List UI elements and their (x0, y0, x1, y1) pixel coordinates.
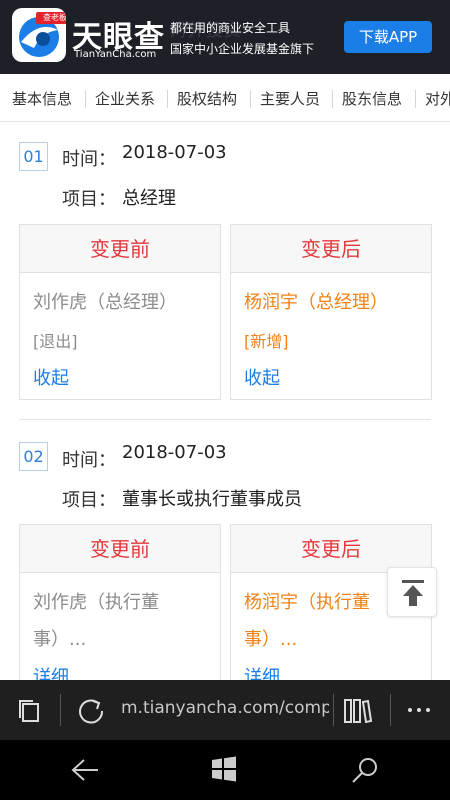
system-navigation-bar (0, 740, 450, 800)
tab-divider (415, 90, 416, 108)
before-change-header: 变更前 (20, 225, 220, 273)
new-tag: [新增] (244, 332, 289, 351)
toolbar-divider (333, 694, 334, 726)
record-item: 总经理 (122, 188, 176, 209)
tab-divider (332, 90, 333, 108)
toolbar-divider (390, 694, 391, 726)
brand-domain: TianYanCha.com (74, 49, 157, 60)
tab-equity-structure[interactable]: 股权结构 (177, 88, 237, 109)
record-divider (19, 419, 431, 420)
section-tab-bar: 基本信息 企业关系 股权结构 主要人员 股东信息 对外 (0, 74, 450, 122)
before-change-card: 变更前 刘作虎（总经理） [退出] 收起 (19, 224, 221, 400)
tab-company-relations[interactable]: 企业关系 (95, 88, 155, 109)
item-label: 项目： (62, 189, 116, 210)
before-person-cont: 事）... (33, 629, 87, 650)
search-icon[interactable] (350, 755, 380, 785)
record-number: 02 (19, 442, 48, 471)
toolbar-divider (60, 694, 61, 726)
back-to-top-icon (402, 580, 424, 606)
banner-slogan-1: 都在用的商业安全工具 (170, 21, 291, 35)
tab-key-personnel[interactable]: 主要人员 (260, 88, 320, 109)
reading-view-icon[interactable] (343, 697, 373, 725)
tab-divider (250, 90, 251, 108)
record-time: 2018-07-03 (122, 442, 227, 463)
time-label: 时间： (62, 450, 116, 471)
after-person-cont: 事）... (244, 629, 298, 650)
tab-shareholders[interactable]: 股东信息 (342, 88, 402, 109)
tab-basic-info[interactable]: 基本信息 (12, 88, 72, 109)
after-person: 杨润宇（总经理） (244, 292, 388, 313)
before-change-card: 变更前 刘作虎（执行董 事）... 详细 (19, 524, 221, 700)
item-label: 项目： (62, 490, 116, 511)
url-display[interactable]: m.tianyancha.com/company (121, 698, 329, 718)
collapse-link[interactable]: 收起 (33, 364, 69, 390)
tab-investments[interactable]: 对外 (425, 88, 450, 109)
refresh-icon[interactable] (76, 696, 106, 726)
after-change-card: 变更后 杨润宇（总经理） [新增] 收起 (230, 224, 432, 400)
tianyancha-logo: 查老板 (12, 8, 66, 62)
banner-slogan-2: 国家中小企业发展基金旗下 (170, 42, 315, 56)
app-download-banner[interactable]: 对外投资 查老板 天眼查 TianYanCha.com 都在用的商业安全工具 国… (0, 0, 450, 74)
exit-tag: [退出] (33, 332, 78, 351)
tabs-icon[interactable] (16, 698, 42, 724)
logo-badge: 查老板 (36, 12, 66, 24)
download-app-button[interactable]: 下载APP (344, 21, 432, 53)
tab-divider (167, 90, 168, 108)
before-change-header: 变更前 (20, 525, 220, 573)
after-change-header: 变更后 (231, 225, 431, 273)
after-person: 杨润宇（执行董 (244, 592, 370, 613)
tab-divider (85, 90, 86, 108)
record-item: 董事长或执行董事成员 (122, 489, 302, 510)
after-change-header: 变更后 (231, 525, 431, 573)
record-number: 01 (19, 142, 48, 171)
windows-logo-icon[interactable] (211, 756, 237, 782)
record-time: 2018-07-03 (122, 142, 227, 163)
browser-address-bar: m.tianyancha.com/company (0, 680, 450, 740)
before-person: 刘作虎（执行董 (33, 592, 159, 613)
back-to-top-button[interactable] (387, 567, 437, 617)
collapse-link[interactable]: 收起 (244, 364, 280, 390)
back-arrow-icon[interactable] (70, 757, 100, 783)
before-person: 刘作虎（总经理） (33, 292, 177, 313)
more-icon[interactable] (407, 707, 431, 713)
time-label: 时间： (62, 149, 116, 170)
